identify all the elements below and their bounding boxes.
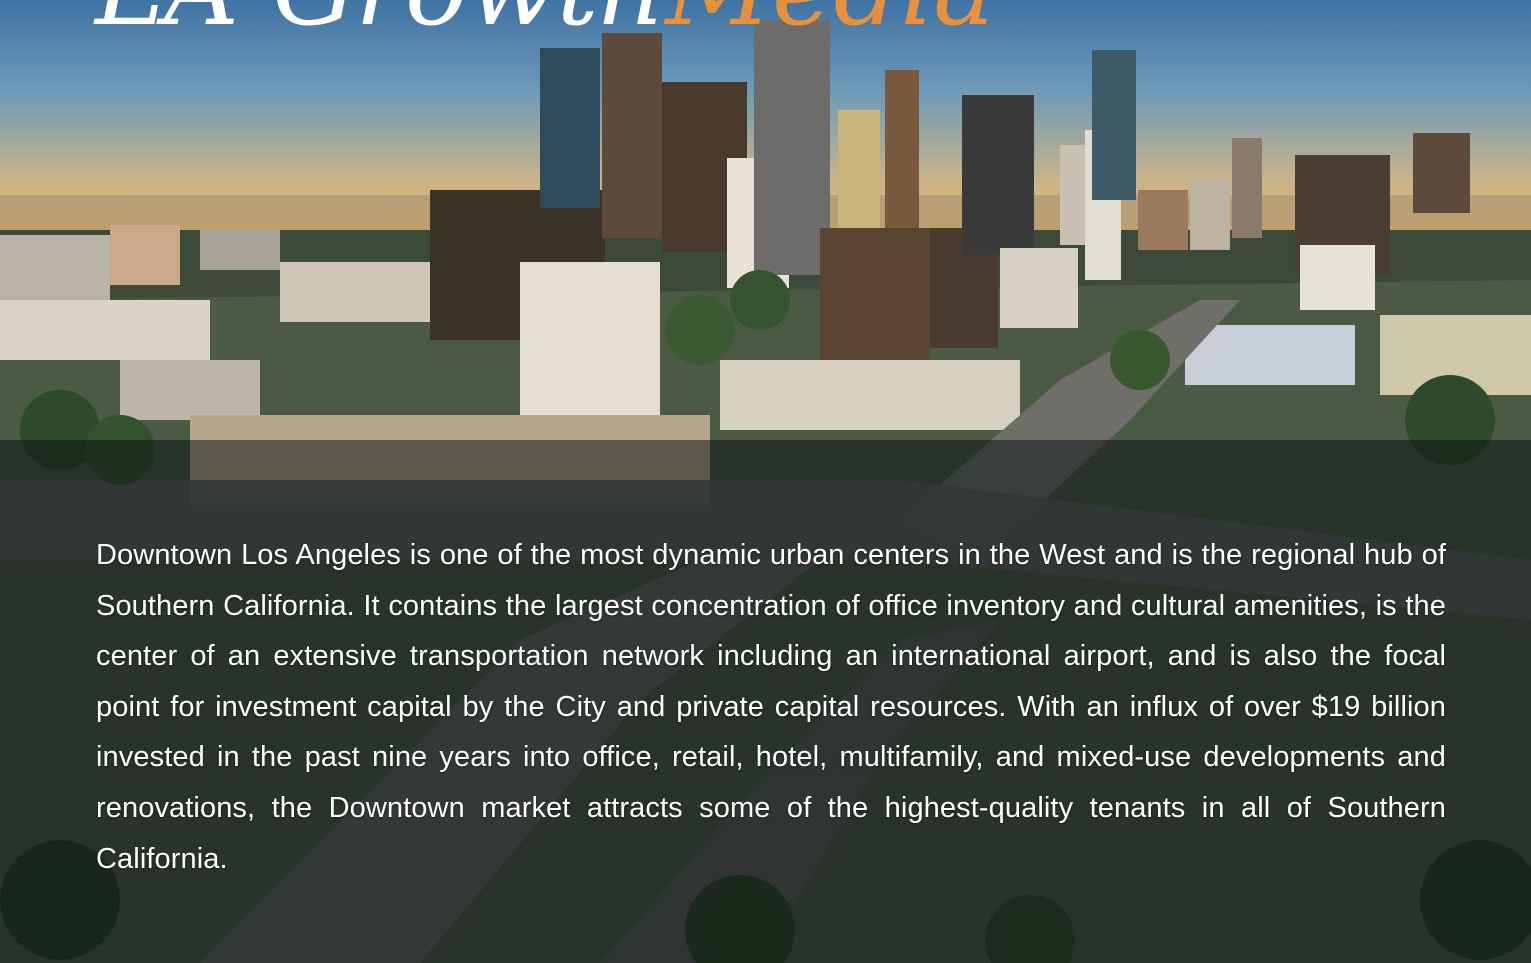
intro-paragraph: Downtown Los Angeles is one of the most … (96, 539, 1446, 875)
title-accent-text: Media (665, 0, 995, 49)
page-title: LA GrowthMedia (95, 0, 1095, 40)
title-white-text: LA Growth (95, 0, 665, 49)
